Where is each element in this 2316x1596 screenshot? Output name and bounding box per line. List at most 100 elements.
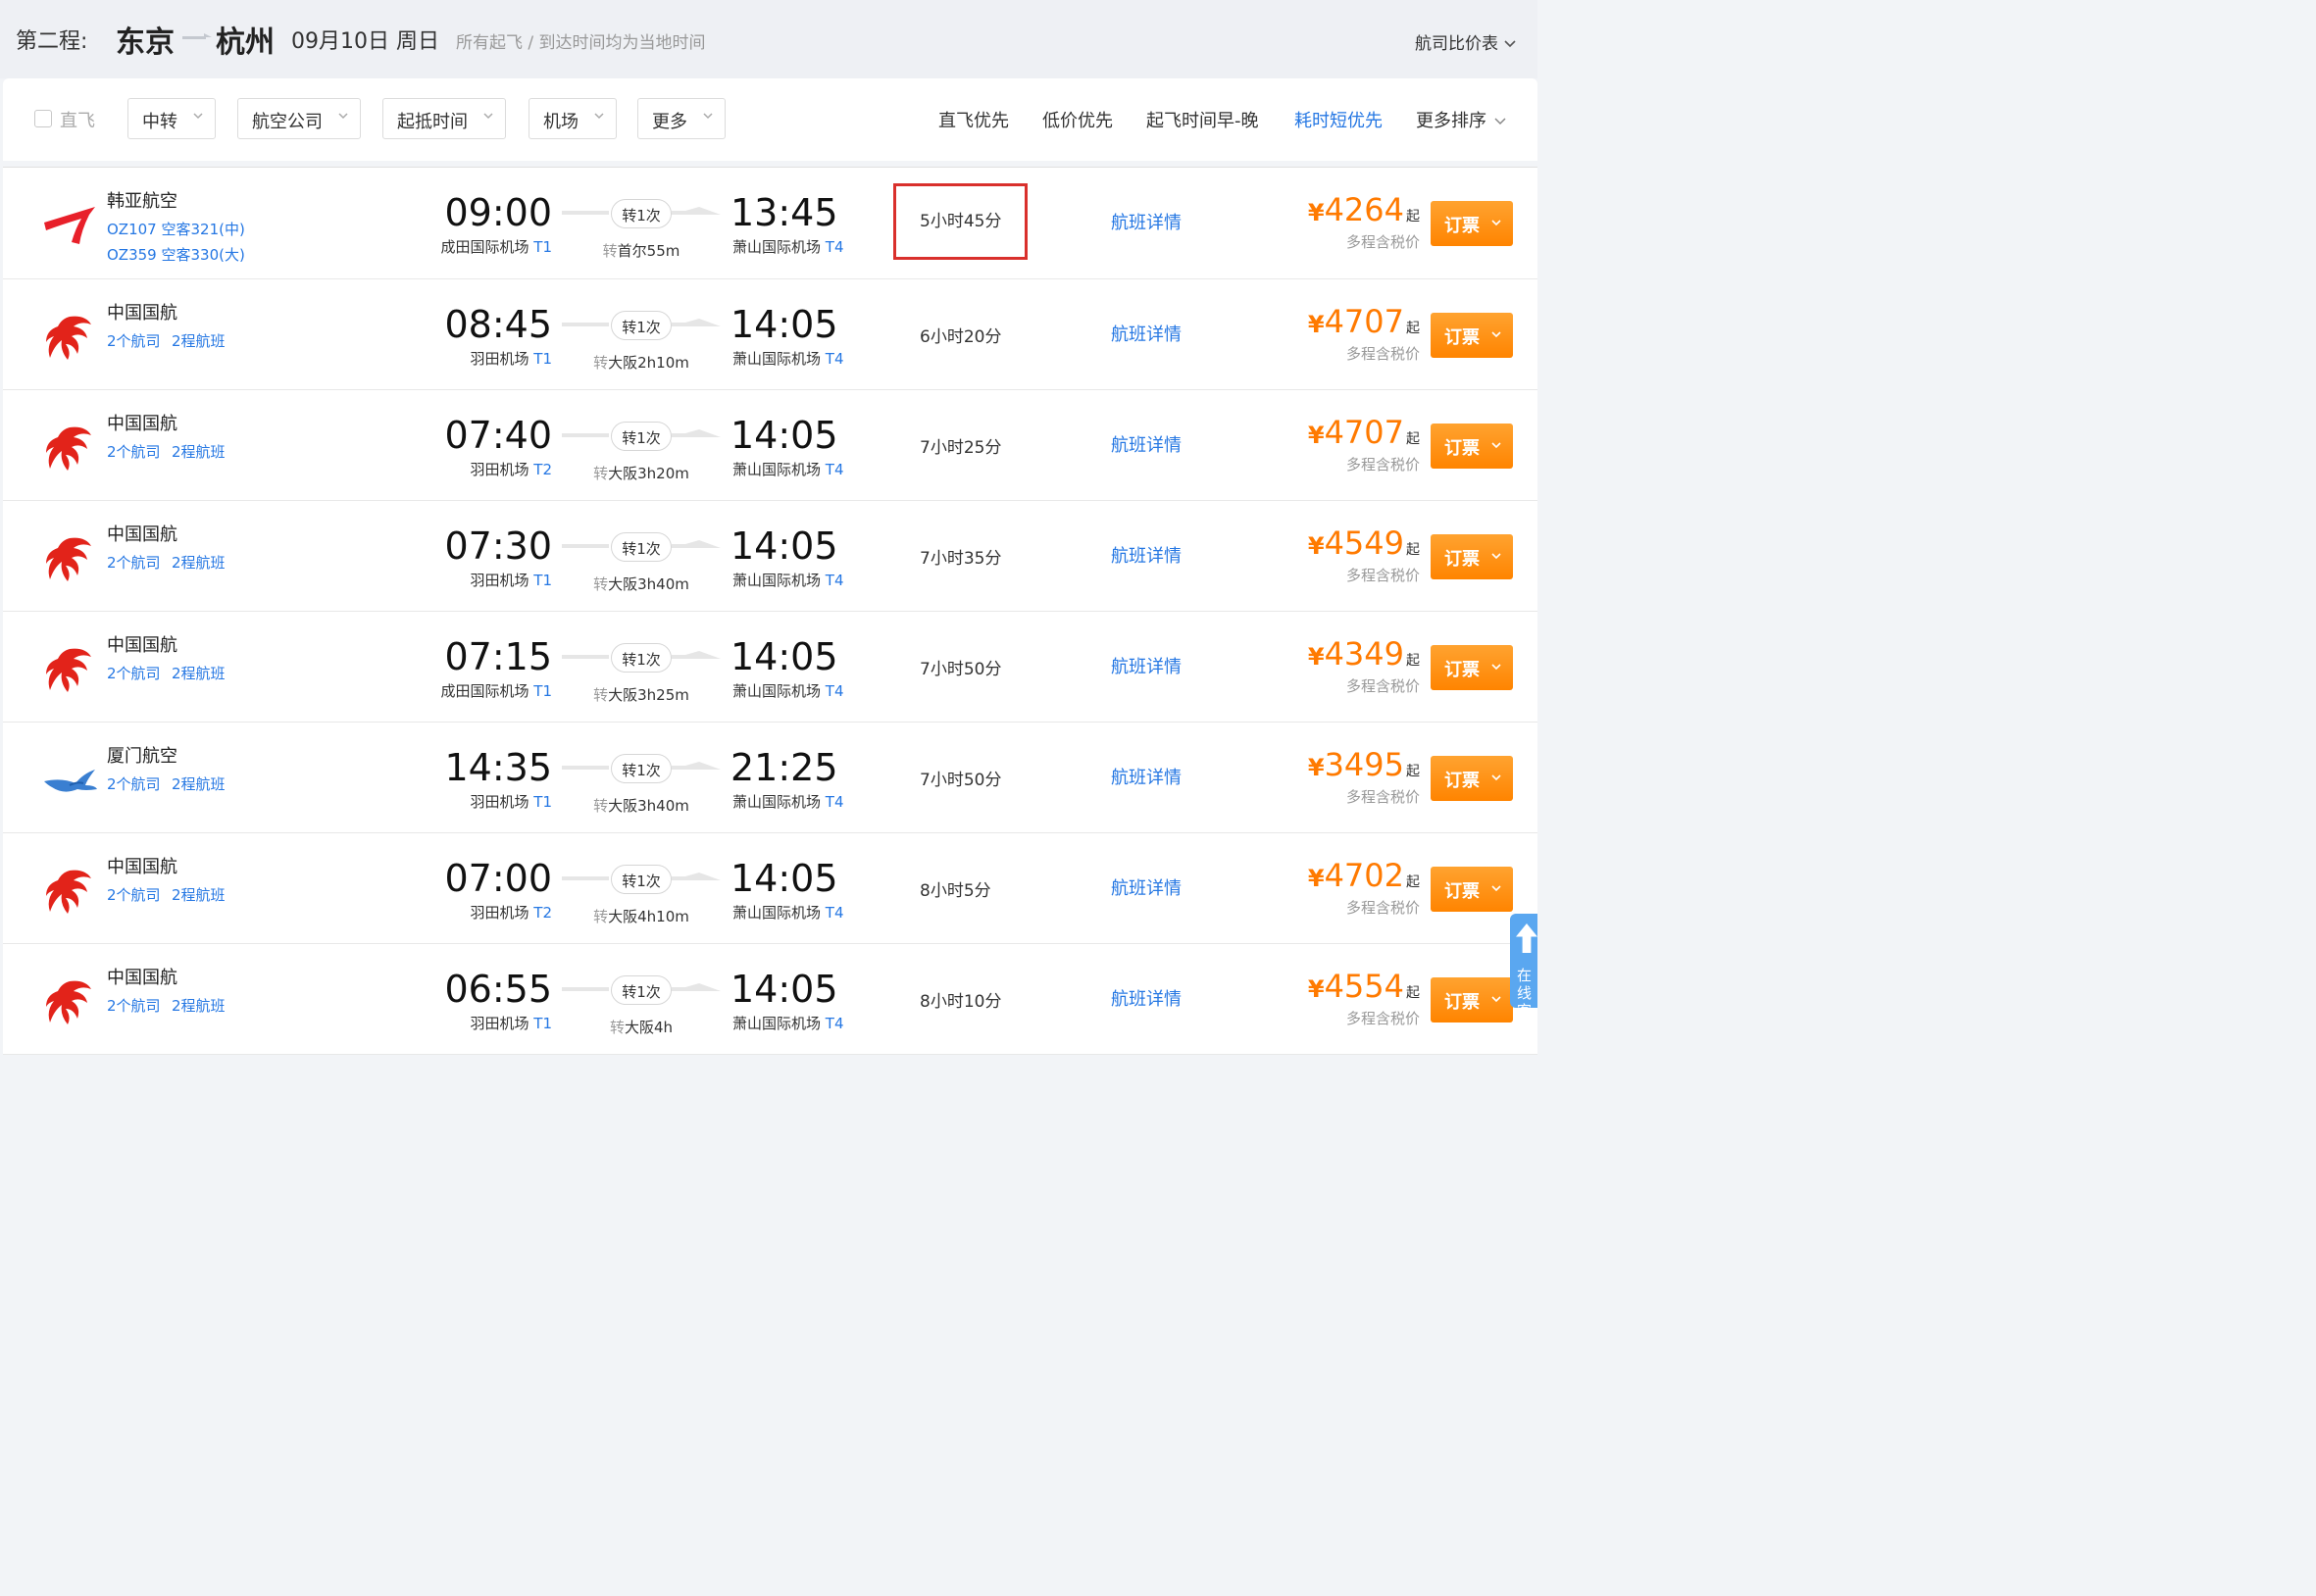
stop-info[interactable]: 转大阪4h (562, 1017, 721, 1037)
flight-row: 中国国航 2个航司 2程航班 07:40 羽田机场 T2 转1次 转大阪3h20… (3, 390, 1537, 501)
departure-terminal: T1 (533, 793, 552, 811)
flight-duration: 7小时50分 (920, 660, 1002, 679)
chevron-down-icon (1491, 664, 1501, 671)
book-button[interactable]: 订票 (1431, 867, 1513, 912)
flight-detail-link[interactable]: 航班详情 (1111, 764, 1182, 789)
flight-info-1[interactable]: 2个航司 (107, 663, 161, 683)
stop-info[interactable]: 转大阪3h25m (562, 684, 721, 705)
departure-airport-name: 羽田机场 (470, 461, 529, 478)
book-button[interactable]: 订票 (1431, 977, 1513, 1022)
arrival-airport-name: 萧山国际机场 (732, 682, 822, 700)
sort-direct-first[interactable]: 直飞优先 (938, 107, 1009, 132)
flight-detail-link[interactable]: 航班详情 (1111, 209, 1182, 234)
price-suffix: 起 (1406, 542, 1420, 558)
flight-detail-link[interactable]: 航班详情 (1111, 542, 1182, 568)
stop-count-badge: 转1次 (611, 643, 672, 673)
flight-info-segments[interactable]: 2程航班 (172, 773, 226, 794)
filter-more[interactable]: 更多 (637, 98, 726, 139)
air-china-logo-icon (42, 313, 97, 362)
stop-info[interactable]: 转大阪3h40m (562, 795, 721, 816)
flight-info-segments[interactable]: 2程航班 (172, 552, 226, 573)
stop-info[interactable]: 转大阪2h10m (562, 352, 721, 373)
arrival-airport-name: 萧山国际机场 (732, 793, 822, 811)
filter-airport[interactable]: 机场 (529, 98, 617, 139)
filter-time[interactable]: 起抵时间 (382, 98, 506, 139)
stop-count-badge: 转1次 (611, 422, 672, 451)
flight-list: 韩亚航空 OZ107 空客321(中) OZ359 空客330(大) 09:00… (3, 167, 1537, 1055)
book-button[interactable]: 订票 (1431, 313, 1513, 358)
chevron-down-icon (1491, 331, 1501, 338)
flight-row: 中国国航 2个航司 2程航班 06:55 羽田机场 T1 转1次 转大阪4h 1… (3, 944, 1537, 1055)
flight-info-segments[interactable]: 2程航班 (172, 441, 226, 462)
book-button[interactable]: 订票 (1431, 645, 1513, 690)
stop-info-text: 大阪3h40m (608, 797, 689, 815)
book-button[interactable]: 订票 (1431, 424, 1513, 469)
airline-name: 中国国航 (107, 635, 177, 656)
stop-info-text: 大阪3h20m (608, 465, 689, 482)
book-button-label: 订票 (1444, 771, 1480, 791)
air-china-logo-icon (42, 977, 97, 1026)
book-button[interactable]: 订票 (1431, 201, 1513, 246)
departure-terminal: T2 (533, 904, 552, 922)
arrival-airport-name: 萧山国际机场 (732, 1015, 822, 1032)
chevron-down-icon (1491, 996, 1501, 1003)
direct-only-label: 直飞 (60, 111, 95, 131)
stop-info-prefix: 转 (609, 1019, 625, 1036)
flight-info-segments[interactable]: 2程航班 (172, 663, 226, 683)
flight-info-segments[interactable]: 2程航班 (172, 884, 226, 905)
book-button[interactable]: 订票 (1431, 534, 1513, 579)
stop-info[interactable]: 转大阪3h20m (562, 463, 721, 483)
tax-note: 多程含税价 (1345, 788, 1420, 806)
filter-transfer[interactable]: 中转 (127, 98, 216, 139)
book-button[interactable]: 订票 (1431, 756, 1513, 801)
currency-symbol: ¥ (1307, 311, 1325, 338)
air-china-logo-icon (42, 867, 97, 916)
price: ¥4264 起 (1308, 191, 1420, 228)
tax-note: 多程含税价 (1345, 345, 1420, 363)
flight-detail-link[interactable]: 航班详情 (1111, 431, 1182, 457)
arrival-airport: 萧山国际机场 T4 (732, 1013, 844, 1033)
flight-info-1[interactable]: 2个航司 (107, 441, 161, 462)
stop-info-prefix: 转 (593, 575, 609, 593)
back-to-top-icon[interactable] (1516, 923, 1537, 953)
currency-symbol: ¥ (1307, 865, 1325, 892)
direct-only-checkbox[interactable] (34, 110, 52, 127)
stop-info-text: 大阪3h25m (608, 686, 689, 704)
flight-info-1[interactable]: 2个航司 (107, 995, 161, 1016)
arrival-airport: 萧山国际机场 T4 (732, 570, 844, 590)
arrival-terminal: T4 (825, 793, 844, 811)
price: ¥4707 起 (1308, 414, 1420, 451)
flight-row: 中国国航 2个航司 2程航班 07:00 羽田机场 T2 转1次 转大阪4h10… (3, 833, 1537, 944)
flight-info-1[interactable]: 2个航司 (107, 773, 161, 794)
flight-detail-link[interactable]: 航班详情 (1111, 874, 1182, 900)
flight-info-1[interactable]: 2个航司 (107, 884, 161, 905)
departure-airport-name: 成田国际机场 (440, 238, 529, 256)
stop-info[interactable]: 转大阪4h10m (562, 906, 721, 926)
flight-info-segments[interactable]: 2程航班 (172, 330, 226, 351)
flight-detail-link[interactable]: 航班详情 (1111, 985, 1182, 1011)
departure-time: 07:15 (444, 635, 552, 678)
arrival-airport: 萧山国际机场 T4 (732, 680, 844, 701)
airline-compare-link[interactable]: 航司比价表 (1415, 29, 1516, 54)
departure-airport: 羽田机场 T1 (470, 348, 552, 369)
departure-airport: 羽田机场 T1 (470, 791, 552, 812)
sort-shortest-duration[interactable]: 耗时短优先 (1294, 107, 1383, 132)
online-service-float[interactable]: 在线客服 (1510, 914, 1537, 1037)
sort-departure-time[interactable]: 起飞时间早-晚 (1146, 107, 1259, 132)
flight-detail-link[interactable]: 航班详情 (1111, 653, 1182, 678)
sort-more[interactable]: 更多排序 (1416, 107, 1506, 132)
currency-symbol: ¥ (1307, 532, 1325, 560)
departure-airport: 羽田机场 T1 (470, 1013, 552, 1033)
flight-info-2[interactable]: OZ359 空客330(大) (107, 244, 245, 265)
price-suffix: 起 (1406, 653, 1420, 669)
flight-info-segments[interactable]: 2程航班 (172, 995, 226, 1016)
flight-detail-link[interactable]: 航班详情 (1111, 321, 1182, 346)
filter-airline[interactable]: 航空公司 (237, 98, 361, 139)
stop-info[interactable]: 转首尔55m (562, 240, 721, 261)
flight-info-1[interactable]: 2个航司 (107, 330, 161, 351)
stop-info[interactable]: 转大阪3h40m (562, 574, 721, 594)
flight-info-1[interactable]: OZ107 空客321(中) (107, 219, 245, 239)
flight-info-1[interactable]: 2个航司 (107, 552, 161, 573)
airline-name: 中国国航 (107, 524, 177, 545)
sort-low-price[interactable]: 低价优先 (1042, 107, 1113, 132)
